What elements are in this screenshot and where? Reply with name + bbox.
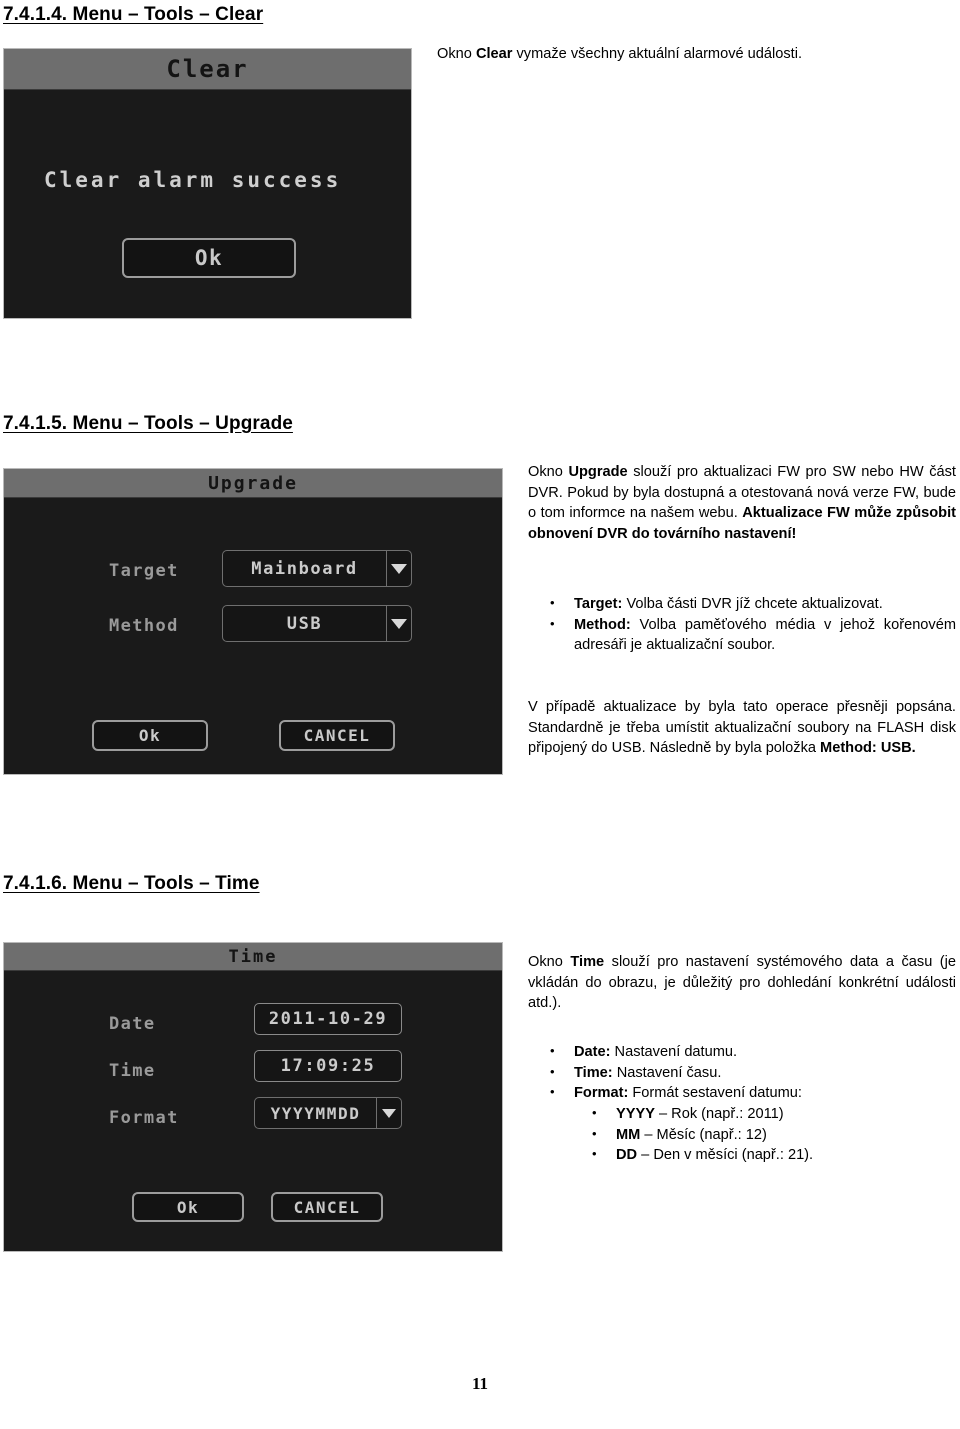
time-format-value: YYYYMMDD (254, 1097, 376, 1129)
time-bullet-1-bold: Time: (574, 1064, 613, 1081)
ok-button-time[interactable]: Ok (132, 1192, 244, 1222)
dvr-screenshot-upgrade: Upgrade Target Mainboard Method USB Ok C… (3, 468, 503, 775)
section-heading-clear: 7.4.1.4. Menu – Tools – Clear (3, 4, 264, 25)
time-date-label: Date (109, 1014, 156, 1034)
upgrade-outro: V případě aktualizace by byla tato opera… (528, 697, 956, 759)
dvr-screenshot-clear: Clear Clear alarm success Ok (3, 48, 412, 319)
time-time-label: Time (109, 1061, 156, 1081)
upgrade-method-combo[interactable]: USB (222, 605, 412, 642)
dialog-title-upgrade: Upgrade (4, 469, 502, 498)
section-heading-time: 7.4.1.6. Menu – Tools – Time (3, 873, 260, 894)
time-subbullet-1-text: – Měsíc (např.: 12) (640, 1126, 767, 1143)
time-bullet-0-bold: Date: (574, 1044, 611, 1060)
upgrade-target-combo[interactable]: Mainboard (222, 550, 412, 587)
ok-button-clear[interactable]: Ok (122, 238, 296, 278)
time-bullet-2-text: Formát sestavení datumu: (628, 1085, 802, 1101)
dvr-screenshot-time: Time Date 2011-10-29 Time 17:09:25 Forma… (3, 942, 503, 1252)
upgrade-target-value: Mainboard (222, 550, 386, 587)
upgrade-bullet-1-bold: Method: (574, 616, 631, 633)
clear-description-suffix: vymaže všechny aktuální alarmové událost… (512, 46, 803, 62)
chevron-down-icon[interactable] (386, 605, 412, 642)
upgrade-target-label: Target (109, 561, 179, 581)
time-desc-a: Okno (528, 954, 571, 970)
upgrade-bullet-0-text: Volba části DVR jíž chcete aktualizovat. (622, 596, 883, 612)
time-bullet-0-text: Nastavení datumu. (610, 1044, 738, 1060)
clear-success-message: Clear alarm success (44, 168, 342, 192)
list-item: YYYY – Rok (např.: 2011) (528, 1103, 956, 1125)
dialog-title-clear: Clear (4, 49, 411, 90)
upgrade-desc-b: Upgrade (568, 464, 628, 480)
clear-description-prefix: Okno (437, 46, 476, 62)
upgrade-bullet-list: Target: Volba části DVR jíž chcete aktua… (528, 593, 956, 656)
time-format-combo[interactable]: YYYYMMDD (254, 1097, 402, 1129)
time-format-label: Format (109, 1108, 179, 1128)
time-subbullet-0-text: – Rok (např.: 2011) (654, 1106, 784, 1122)
time-time-input[interactable]: 17:09:25 (254, 1050, 402, 1082)
list-item: Format: Formát sestavení datumu: (528, 1082, 956, 1104)
upgrade-outro-b: Method: USB. (820, 740, 916, 756)
upgrade-bullet-1-text: Volba paměťového média v jehož kořenovém… (574, 616, 956, 654)
list-item: Target: Volba části DVR jíž chcete aktua… (528, 593, 956, 615)
time-bullet-list: Date: Nastavení datumu. Time: Nastavení … (528, 1041, 956, 1104)
time-date-input[interactable]: 2011-10-29 (254, 1003, 402, 1035)
dialog-body-clear: Clear alarm success Ok (4, 90, 411, 318)
time-subbullet-0-bold: YYYY (616, 1106, 655, 1122)
list-item: Date: Nastavení datumu. (528, 1041, 956, 1063)
clear-description: Okno Clear vymaže všechny aktuální alarm… (437, 44, 947, 65)
time-format-sub-list: YYYY – Rok (např.: 2011) MM – Měsíc (nap… (528, 1103, 956, 1166)
list-item: Time: Nastavení času. (528, 1062, 956, 1084)
upgrade-bullet-0-bold: Target: (574, 596, 623, 612)
upgrade-description: Okno Upgrade slouží pro aktualizaci FW p… (528, 462, 956, 544)
upgrade-desc-a: Okno (528, 464, 569, 480)
chevron-down-icon[interactable] (376, 1097, 402, 1129)
section-heading-upgrade: 7.4.1.5. Menu – Tools – Upgrade (3, 413, 293, 434)
dialog-body-time: Date 2011-10-29 Time 17:09:25 Format YYY… (4, 971, 502, 1251)
time-bullet-2-bold: Format: (574, 1085, 629, 1101)
dialog-title-time: Time (4, 943, 502, 971)
chevron-down-icon[interactable] (386, 550, 412, 587)
time-desc-b: Time (570, 954, 605, 970)
list-item: MM – Měsíc (např.: 12) (528, 1124, 956, 1146)
upgrade-method-label: Method (109, 616, 179, 636)
page-number: 11 (471, 1374, 489, 1393)
upgrade-method-value: USB (222, 605, 386, 642)
cancel-button-time[interactable]: CANCEL (271, 1192, 383, 1222)
list-item: Method: Volba paměťového média v jehož k… (528, 614, 956, 656)
time-subbullet-1-bold: MM (616, 1126, 641, 1143)
cancel-button-upgrade[interactable]: CANCEL (279, 720, 395, 751)
time-subbullet-2-text: – Den v měsíci (např.: 21). (637, 1147, 814, 1163)
time-description: Okno Time slouží pro nastavení systémové… (528, 952, 956, 1014)
time-subbullet-2-bold: DD (616, 1147, 638, 1163)
dialog-body-upgrade: Target Mainboard Method USB Ok CANCEL (4, 498, 502, 774)
ok-button-upgrade[interactable]: Ok (92, 720, 208, 751)
clear-description-bold: Clear (475, 46, 513, 62)
list-item: DD – Den v měsíci (např.: 21). (528, 1144, 956, 1166)
time-bullet-1-text: Nastavení času. (612, 1064, 722, 1081)
